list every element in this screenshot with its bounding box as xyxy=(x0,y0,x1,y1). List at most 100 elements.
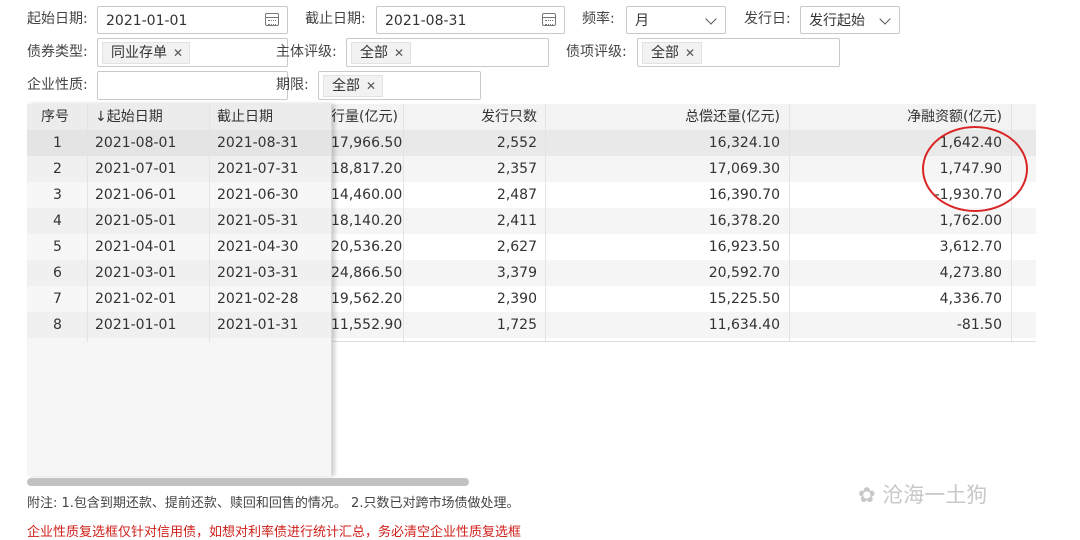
cell-issue-amount: 18,140.20 xyxy=(331,213,403,229)
col-header-issue-count[interactable]: 发行只数 xyxy=(407,104,537,130)
cell-repay: 16,324.10 xyxy=(708,135,780,151)
cell-issue-amount: 11,552.90 xyxy=(331,317,403,333)
frequency-value: 月 xyxy=(635,13,649,29)
cell-seq: 8 xyxy=(53,317,62,333)
cell-repay: 11,634.40 xyxy=(708,317,780,333)
start-date-input[interactable]: 2021-01-01 xyxy=(97,6,288,34)
cell-repay: 16,378.20 xyxy=(708,213,780,229)
wechat-icon: ✿ xyxy=(858,483,883,507)
cell-repay: 16,923.50 xyxy=(708,239,780,255)
cell-start: 2021-06-01 xyxy=(95,187,177,203)
cell-issue-amount: 20,536.20 xyxy=(331,239,403,255)
cell-end: 2021-04-30 xyxy=(217,239,299,255)
cell-seq: 6 xyxy=(53,265,62,281)
frequency-select[interactable]: 月 xyxy=(626,6,726,34)
cell-repay: 15,225.50 xyxy=(708,291,780,307)
frozen-columns-panel: 序号 ↓起始日期 截止日期 1 2021-08-01 2021-08-31 2 2021… xyxy=(27,104,332,476)
start-date-value: 2021-01-01 xyxy=(106,13,188,29)
cell-issue-count: 2,627 xyxy=(496,239,537,255)
cell-start: 2021-02-01 xyxy=(95,291,177,307)
cell-issue-amount: 14,460.00 xyxy=(331,187,403,203)
col-header-seq[interactable]: 序号 xyxy=(41,104,69,130)
bond-type-label: 债券类型: xyxy=(27,44,88,60)
term-multiselect[interactable]: 全部 ✕ xyxy=(318,71,481,100)
column-divider xyxy=(545,104,546,342)
warning-text: 企业性质复选框仅针对信用债，如想对利率债进行统计汇总，务必清空企业性质复选框 xyxy=(27,525,522,540)
end-date-input[interactable]: 2021-08-31 xyxy=(376,6,565,34)
tag-remove-icon[interactable]: ✕ xyxy=(685,46,695,60)
term-tag: 全部 ✕ xyxy=(323,75,384,97)
table-row[interactable]: 4 2021-05-01 2021-05-31 xyxy=(27,208,331,234)
column-divider xyxy=(209,104,210,342)
issue-day-label: 发行日: xyxy=(744,11,791,27)
column-divider xyxy=(789,104,790,342)
cell-repay: 16,390.70 xyxy=(708,187,780,203)
issue-day-value: 发行起始 xyxy=(809,13,865,29)
tag-label: 全部 xyxy=(651,45,679,61)
cell-start: 2021-01-01 xyxy=(95,317,177,333)
term-label: 期限: xyxy=(276,77,309,93)
cell-issue-amount: 18,817.20 xyxy=(331,161,403,177)
cell-seq: 7 xyxy=(53,291,62,307)
cell-seq: 4 xyxy=(53,213,62,229)
cell-issue-amount: 19,562.20 xyxy=(331,291,403,307)
table-row[interactable]: 1 2021-08-01 2021-08-31 xyxy=(27,130,331,156)
cell-issue-count: 3,379 xyxy=(496,265,537,281)
cell-repay: 17,069.30 xyxy=(708,161,780,177)
cell-start: 2021-03-01 xyxy=(95,265,177,281)
cell-issue-count: 1,725 xyxy=(496,317,537,333)
tag-remove-icon[interactable]: ✕ xyxy=(173,46,183,60)
tag-remove-icon[interactable]: ✕ xyxy=(394,46,404,60)
bond-type-multiselect[interactable]: 同业存单 ✕ xyxy=(97,38,288,67)
end-date-value: 2021-08-31 xyxy=(385,13,467,29)
start-date-label: 起始日期: xyxy=(27,11,88,27)
table-row[interactable]: 3 2021-06-01 2021-06-30 xyxy=(27,182,331,208)
watermark-text: 沧海一土狗 xyxy=(882,483,988,507)
issuer-rating-multiselect[interactable]: 全部 ✕ xyxy=(346,38,549,67)
col-header-end-date[interactable]: 截止日期 xyxy=(217,104,273,130)
col-header-start-date[interactable]: ↓起始日期 xyxy=(95,104,163,130)
tag-remove-icon[interactable]: ✕ xyxy=(366,79,376,93)
cell-net: 4,336.70 xyxy=(939,291,1002,307)
table-row[interactable]: 6 2021-03-01 2021-03-31 xyxy=(27,260,331,286)
cell-start: 2021-08-01 xyxy=(95,135,177,151)
cell-issue-count: 2,487 xyxy=(496,187,537,203)
cell-issue-amount: 17,966.50 xyxy=(331,135,403,151)
watermark: ✿ 沧海一土狗 xyxy=(858,479,987,509)
chevron-down-icon xyxy=(705,13,717,25)
cell-start: 2021-04-01 xyxy=(95,239,177,255)
cell-net: 3,612.70 xyxy=(939,239,1002,255)
scrollbar-thumb[interactable] xyxy=(27,478,469,486)
company-nature-multiselect[interactable] xyxy=(97,71,288,100)
tag-label: 全部 xyxy=(360,45,388,61)
issuer-rating-tag: 全部 ✕ xyxy=(351,42,412,64)
tag-label: 全部 xyxy=(332,78,360,94)
bond-rating-multiselect[interactable]: 全部 ✕ xyxy=(637,38,840,67)
tag-label: 同业存单 xyxy=(111,45,167,61)
cell-end: 2021-01-31 xyxy=(217,317,299,333)
cell-start: 2021-05-01 xyxy=(95,213,177,229)
annotation-circle xyxy=(922,126,1028,212)
col-header-repay[interactable]: 总偿还量(亿元) xyxy=(547,104,780,130)
column-divider xyxy=(403,104,404,342)
cell-start: 2021-07-01 xyxy=(95,161,177,177)
cell-net: -81.50 xyxy=(956,317,1002,333)
cell-seq: 1 xyxy=(53,135,62,151)
table-row[interactable]: 5 2021-04-01 2021-04-30 xyxy=(27,234,331,260)
calendar-icon[interactable] xyxy=(542,13,556,26)
cell-issue-count: 2,390 xyxy=(496,291,537,307)
table-row[interactable]: 2 2021-07-01 2021-07-31 xyxy=(27,156,331,182)
table-row[interactable]: 8 2021-01-01 2021-01-31 xyxy=(27,312,331,338)
cell-end: 2021-06-30 xyxy=(217,187,299,203)
table-row[interactable]: 7 2021-02-01 2021-02-28 xyxy=(27,286,331,312)
issuer-rating-label: 主体评级: xyxy=(276,44,337,60)
bond-type-tag: 同业存单 ✕ xyxy=(102,42,191,64)
cell-end: 2021-08-31 xyxy=(217,135,299,151)
bond-rating-label: 债项评级: xyxy=(566,44,627,60)
issue-day-select[interactable]: 发行起始 xyxy=(800,6,900,34)
col-header-issue-amount[interactable]: 行量(亿元) xyxy=(331,104,398,130)
cell-net: 4,273.80 xyxy=(939,265,1002,281)
calendar-icon[interactable] xyxy=(265,13,279,26)
column-divider xyxy=(87,104,88,342)
cell-issue-count: 2,411 xyxy=(496,213,537,229)
